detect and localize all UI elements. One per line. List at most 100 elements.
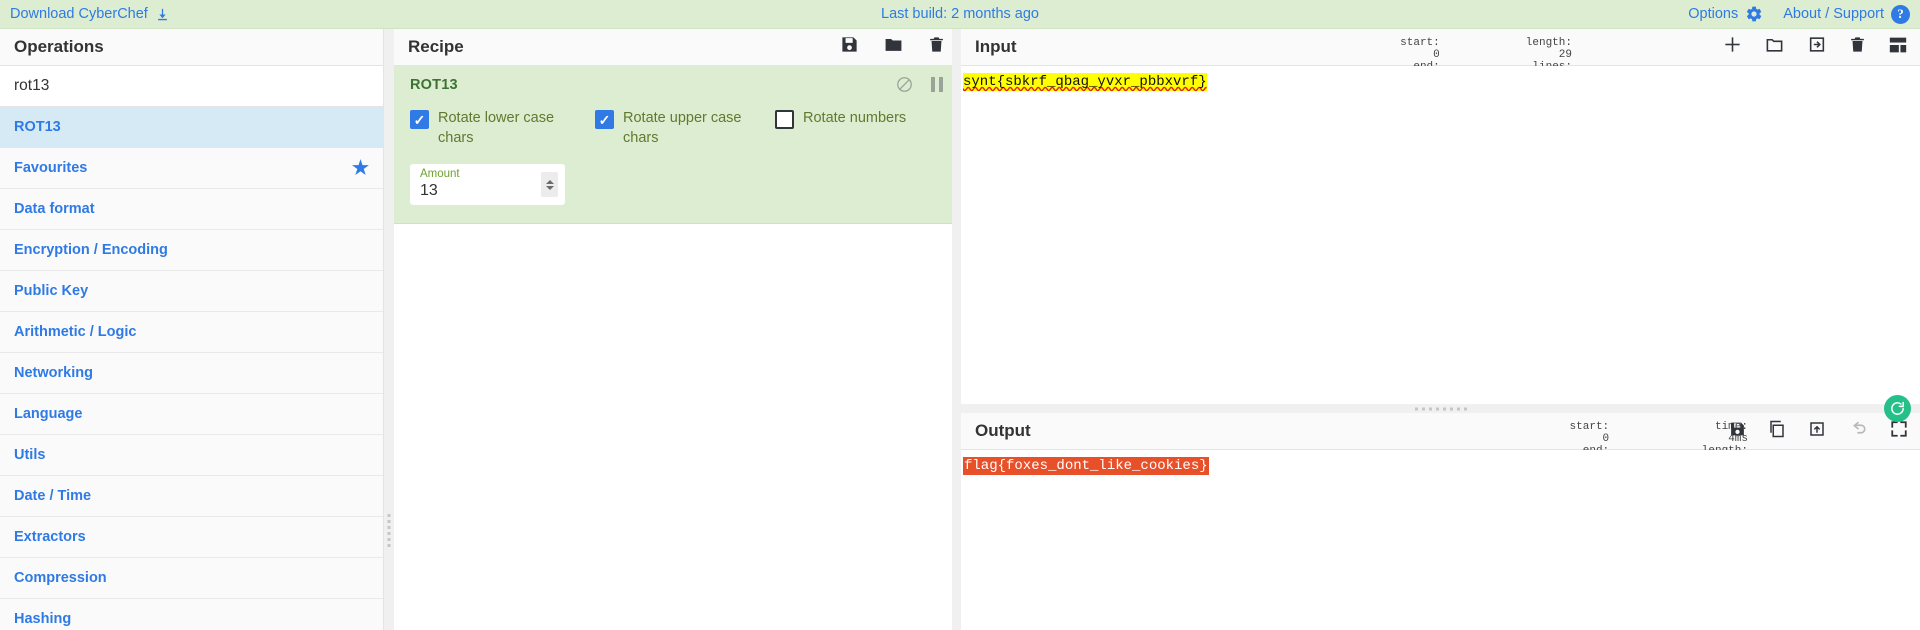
input-output-splitter[interactable] — [961, 404, 1920, 413]
maximise-icon[interactable] — [1890, 420, 1908, 443]
undo-icon[interactable] — [1848, 420, 1868, 443]
operations-title: Operations — [14, 37, 104, 56]
gear-icon[interactable] — [1745, 5, 1763, 23]
operations-header: Operations — [0, 29, 383, 66]
banner-center: Last build: 2 months ago — [0, 6, 1920, 22]
operations-panel: Operations ROT13 Favourites ★ Data forma… — [0, 29, 384, 630]
output-start-label: start: — [1569, 421, 1610, 433]
category-label: Favourites — [14, 160, 88, 176]
recipe-operation-controls — [896, 76, 943, 98]
save-output-icon[interactable] — [1729, 420, 1746, 443]
category-compression[interactable]: Compression — [0, 558, 383, 599]
stepper-down-icon[interactable] — [545, 185, 554, 190]
input-title: Input — [975, 37, 1017, 56]
operations-recipe-splitter[interactable] — [384, 29, 394, 630]
output-editor[interactable]: flag{foxes_dont_like_cookies} — [961, 450, 1920, 620]
about-support-link[interactable]: About / Support ? — [1783, 4, 1910, 24]
operation-result-label: ROT13 — [14, 119, 61, 135]
checkbox-checked-icon[interactable] — [410, 110, 429, 129]
category-encryption-encoding[interactable]: Encryption / Encoding — [0, 230, 383, 271]
input-start-value: 0 — [1433, 49, 1440, 61]
clear-io-icon[interactable] — [1849, 35, 1866, 59]
copy-output-icon[interactable] — [1768, 420, 1786, 443]
output-toolbar — [1729, 420, 1908, 443]
auto-bake-icon — [1891, 401, 1904, 415]
output-header: Output start: 0 end: 29 length: 29 time:… — [961, 413, 1920, 493]
clear-recipe-icon[interactable] — [928, 35, 945, 59]
category-favourites[interactable]: Favourites ★ — [0, 148, 383, 189]
output-editor-line: flag{foxes_dont_like_cookies} — [961, 450, 1920, 476]
input-header: Input start: 0 end: 29 length: 29 length… — [961, 29, 1920, 109]
banner-right: Options About / Support ? — [1688, 4, 1910, 24]
recipe-operation-name: ROT13 — [410, 77, 458, 93]
category-hashing[interactable]: Hashing — [0, 599, 383, 630]
input-editor-line: synt{sbkrf_qbag_yvxr_pbbxvrf} — [961, 66, 1920, 92]
open-folder-icon[interactable] — [1764, 35, 1785, 59]
category-label: Arithmetic / Logic — [14, 324, 137, 340]
pause-icon[interactable] — [931, 77, 943, 97]
auto-bake-button[interactable] — [1884, 395, 1911, 422]
category-label: Language — [14, 406, 83, 422]
arg-rotate-upper-case[interactable]: Rotate upper case chars — [595, 108, 775, 148]
recipe-operation-rot13[interactable]: ROT13 Rotate lower case chars Rotate upp… — [394, 66, 959, 224]
category-language[interactable]: Language — [0, 394, 383, 435]
input-editor[interactable]: synt{sbkrf_qbag_yvxr_pbbxvrf} — [961, 66, 1920, 404]
reset-layout-icon[interactable] — [1888, 36, 1908, 59]
category-label: Hashing — [14, 611, 72, 627]
amount-field[interactable]: Amount — [410, 164, 565, 205]
arg-rotate-lower-case[interactable]: Rotate lower case chars — [410, 108, 595, 148]
category-utils[interactable]: Utils — [0, 435, 383, 476]
category-networking[interactable]: Networking — [0, 353, 383, 394]
about-support-label: About / Support — [1783, 6, 1884, 22]
save-recipe-icon[interactable] — [840, 35, 859, 59]
open-file-as-input-icon[interactable] — [1807, 35, 1827, 59]
amount-input[interactable] — [420, 181, 520, 201]
replace-input-icon[interactable] — [1808, 420, 1826, 443]
operations-search-wrap — [0, 66, 383, 107]
input-text: synt{sbkrf_qbag_yvxr_pbbxvrf} — [963, 73, 1207, 91]
output-start-value: 0 — [1602, 433, 1610, 445]
input-length2-value: 29 — [1558, 49, 1572, 61]
category-label: Date / Time — [14, 488, 92, 504]
input-start-label: start: — [1400, 37, 1440, 49]
last-build-link[interactable]: Last build: 2 months ago — [881, 6, 1039, 22]
arg-label: Rotate lower case chars — [438, 110, 555, 146]
recipe-io-splitter[interactable] — [952, 29, 961, 630]
category-label: Public Key — [14, 283, 89, 299]
output-title: Output — [975, 421, 1031, 440]
amount-stepper[interactable] — [541, 172, 558, 197]
cyberchef-app: Download CyberChef Last build: 2 months … — [0, 0, 1920, 630]
category-date-time[interactable]: Date / Time — [0, 476, 383, 517]
category-label: Utils — [14, 447, 46, 463]
options-link[interactable]: Options — [1688, 5, 1763, 23]
recipe-panel: Recipe ROT13 ✓ Rotate lower case chars ✓… — [394, 29, 960, 630]
category-label: Networking — [14, 365, 93, 381]
search-input[interactable] — [0, 66, 383, 106]
category-label: Encryption / Encoding — [14, 242, 168, 258]
amount-label: Amount — [420, 168, 460, 180]
top-banner: Download CyberChef Last build: 2 months … — [0, 0, 1920, 29]
category-label: Compression — [14, 570, 107, 586]
category-data-format[interactable]: Data format — [0, 189, 383, 230]
output-text: flag{foxes_dont_like_cookies} — [963, 457, 1209, 475]
operation-result-rot13[interactable]: ROT13 — [0, 107, 383, 148]
category-public-key[interactable]: Public Key — [0, 271, 383, 312]
add-input-tab-icon[interactable] — [1723, 35, 1742, 59]
input-toolbar — [1723, 35, 1908, 59]
question-mark-icon[interactable]: ? — [1891, 4, 1910, 24]
disable-icon[interactable] — [896, 76, 913, 98]
checkbox-unchecked-icon[interactable] — [775, 110, 794, 129]
recipe-title: Recipe — [408, 37, 464, 56]
options-label: Options — [1688, 6, 1739, 22]
category-extractors[interactable]: Extractors — [0, 517, 383, 558]
splitter-grip — [387, 514, 391, 547]
category-arithmetic-logic[interactable]: Arithmetic / Logic — [0, 312, 383, 353]
input-length2-label: length: — [1525, 37, 1572, 49]
stepper-up-icon[interactable] — [545, 179, 554, 184]
recipe-operation-args: Rotate lower case chars Rotate upper cas… — [410, 108, 943, 148]
recipe-header: Recipe — [394, 29, 959, 66]
arg-label: Rotate upper case chars — [623, 110, 742, 146]
load-recipe-icon[interactable] — [883, 35, 904, 59]
arg-rotate-numbers[interactable]: Rotate numbers — [775, 108, 906, 129]
checkbox-checked-icon[interactable] — [595, 110, 614, 129]
